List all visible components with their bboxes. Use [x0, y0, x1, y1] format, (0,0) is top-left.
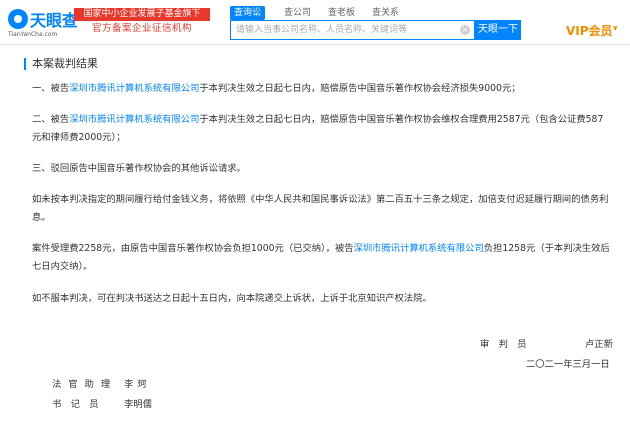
company-link[interactable]: 深圳市腾讯计算机系统有限公司	[69, 83, 199, 94]
section-title: 本案裁判结果	[32, 57, 98, 70]
search-box: ×	[230, 20, 475, 40]
clerk-name: 李明儒	[124, 399, 152, 410]
top-header: 天眼查 TianYanCha.com 国家中小企业发展子基金旗下 官方备案企业征…	[0, 0, 630, 45]
interest-clause: 如未按本判决指定的期间履行给付金钱义务，将依照《中华人民共和国民事诉讼法》第二百…	[32, 194, 609, 223]
appeal-clause: 如不服本判决，可在判决书送达之日起十五日内，向本院递交上诉状，上诉于北京知识产权…	[32, 293, 432, 304]
search-button[interactable]: 天眼一下	[475, 20, 521, 40]
tianyancha-logo[interactable]: 天眼查 TianYanCha.com	[8, 6, 78, 38]
search-input[interactable]	[236, 21, 456, 39]
company-link[interactable]: 深圳市腾讯计算机系统有限公司	[354, 243, 484, 254]
company-link[interactable]: 深圳市腾讯计算机系统有限公司	[69, 114, 199, 125]
badge-bottom-text: 官方备案企业征信机构	[91, 23, 192, 34]
clear-icon[interactable]: ×	[460, 25, 470, 35]
judgment-item-1: 一、被告深圳市腾讯计算机系统有限公司于本判决生效之日起七日内，赔偿原告中国音乐著…	[32, 80, 612, 98]
section-accent-bar	[24, 58, 26, 70]
judgment-result-panel: 本案裁判结果 一、被告深圳市腾讯计算机系统有限公司于本判决生效之日起七日内，赔偿…	[0, 45, 630, 433]
eye-logo-icon	[8, 9, 28, 29]
judgment-item-3: 三、驳回原告中国音乐著作权协会的其他诉讼请求。	[32, 163, 246, 174]
vip-member-link[interactable]: VIP会员	[566, 22, 613, 39]
assistant-name: 李珂	[124, 379, 151, 390]
tab-relation[interactable]: 查关系	[372, 6, 399, 20]
fee-prefix: 案件受理费2258元，由原告中国音乐著作权协会负担1000元（已交纳），被告	[32, 243, 354, 254]
item1-prefix: 一、被告	[32, 83, 70, 94]
item1-suffix: 于本判决生效之日起七日内，赔偿原告中国音乐著作权协会经济损失9000元；	[199, 83, 521, 94]
badge-top-text: 国家中小企业发展子基金旗下	[74, 8, 210, 21]
logo-domain: TianYanCha.com	[8, 31, 58, 38]
judge-title: 审 判 员	[480, 339, 527, 350]
chevron-down-icon[interactable]: ▾	[613, 24, 618, 34]
logo-text: 天眼查	[30, 11, 79, 30]
case-fee-clause: 案件受理费2258元，由原告中国音乐著作权协会负担1000元（已交纳），被告深圳…	[32, 240, 612, 276]
tab-company[interactable]: 查公司	[284, 6, 311, 20]
judgment-date: 二〇二一年三月一日	[526, 359, 610, 370]
clerk-title: 书 记 员	[52, 399, 99, 410]
tab-lawsuit[interactable]: 查询讼	[230, 6, 266, 20]
judge-name: 卢正新	[585, 339, 613, 350]
assistant-title: 法官助理	[52, 379, 118, 390]
item2-prefix: 二、被告	[32, 114, 70, 125]
certification-badge: 国家中小企业发展子基金旗下 官方备案企业征信机构	[74, 8, 210, 36]
tab-boss[interactable]: 查老板	[328, 6, 355, 20]
judgment-item-2: 二、被告深圳市腾讯计算机系统有限公司于本判决生效之日起七日内，赔偿原告中国音乐著…	[32, 111, 612, 147]
